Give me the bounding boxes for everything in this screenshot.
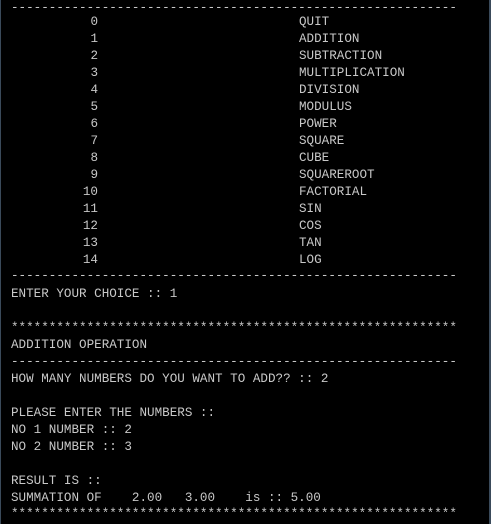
menu-row: 6 POWER	[11, 116, 471, 133]
menu-option-number: 8	[90, 151, 98, 165]
menu-option-number: 10	[82, 185, 98, 199]
window-edge	[489, 0, 490, 524]
menu-option-label: LOG	[299, 253, 322, 267]
menu-option-number: 14	[82, 253, 98, 267]
operation-title: ADDITION OPERATION	[11, 338, 148, 352]
menu-option-label: MULTIPLICATION	[299, 66, 405, 80]
result-line: SUMMATION OF 2.00 3.00 is :: 5.00	[11, 491, 321, 505]
menu-option-label: SIN	[299, 202, 322, 216]
menu-option-label: QUIT	[299, 15, 330, 29]
input-line: NO 2 NUMBER :: 3	[11, 440, 132, 454]
menu-option-label: MODULUS	[299, 100, 352, 114]
menu-option-label: SQUAREROOT	[299, 168, 375, 182]
input-line: NO 1 NUMBER :: 2	[11, 423, 132, 437]
menu-row: 3 MULTIPLICATION	[11, 65, 471, 82]
menu-option-number: 5	[90, 100, 98, 114]
menu-option-number: 4	[90, 83, 98, 97]
menu-row: 4 DIVISION	[11, 82, 471, 99]
divider-stars-2: ****************************************…	[11, 507, 457, 521]
menu-row: 12 COS	[11, 218, 471, 235]
menu-row: 5 MODULUS	[11, 99, 471, 116]
menu-option-number: 7	[90, 134, 98, 148]
divider-stars-1: ****************************************…	[11, 321, 457, 335]
menu-row: 1 ADDITION	[11, 31, 471, 48]
enter-numbers-prompt: PLEASE ENTER THE NUMBERS ::	[11, 406, 216, 420]
menu-row: 8 CUBE	[11, 150, 471, 167]
menu-row: 10 FACTORIAL	[11, 184, 471, 201]
divider-dashes-operation: ----------------------------------------…	[11, 355, 457, 369]
menu-option-number: 11	[82, 202, 98, 216]
menu-option-number: 12	[82, 219, 98, 233]
menu-row: 9 SQUAREROOT	[11, 167, 471, 184]
divider-dashes-menu-end: ----------------------------------------…	[11, 269, 457, 283]
result-label: RESULT IS ::	[11, 474, 102, 488]
choice-prompt: ENTER YOUR CHOICE :: 1	[11, 287, 178, 301]
count-prompt: HOW MANY NUMBERS DO YOU WANT TO ADD?? ::…	[11, 372, 329, 386]
menu-option-label: SQUARE	[299, 134, 345, 148]
menu-option-label: TAN	[299, 236, 322, 250]
menu-option-number: 1	[90, 32, 98, 46]
menu-option-label: ADDITION	[299, 32, 360, 46]
menu-row: 14 LOG	[11, 252, 471, 269]
menu-option-number: 2	[90, 49, 98, 63]
menu-row: 2 SUBTRACTION	[11, 48, 471, 65]
menu-option-label: SUBTRACTION	[299, 49, 383, 63]
menu-option-number: 6	[90, 117, 98, 131]
menu-option-label: FACTORIAL	[299, 185, 368, 199]
menu-option-label: CUBE	[299, 151, 330, 165]
menu-row: 0 QUIT	[11, 14, 471, 31]
menu-option-label: DIVISION	[299, 83, 360, 97]
console-window[interactable]: ----------------------------------------…	[0, 0, 491, 524]
menu-option-label: COS	[299, 219, 322, 233]
menu-option-number: 13	[82, 236, 98, 250]
menu-row: 7 SQUARE	[11, 133, 471, 150]
menu-option-number: 0	[90, 15, 98, 29]
menu-row: 13 TAN	[11, 235, 471, 252]
menu-option-number: 3	[90, 66, 98, 80]
menu-option-label: POWER	[299, 117, 337, 131]
menu-row: 11 SIN	[11, 201, 471, 218]
menu-option-number: 9	[90, 168, 98, 182]
